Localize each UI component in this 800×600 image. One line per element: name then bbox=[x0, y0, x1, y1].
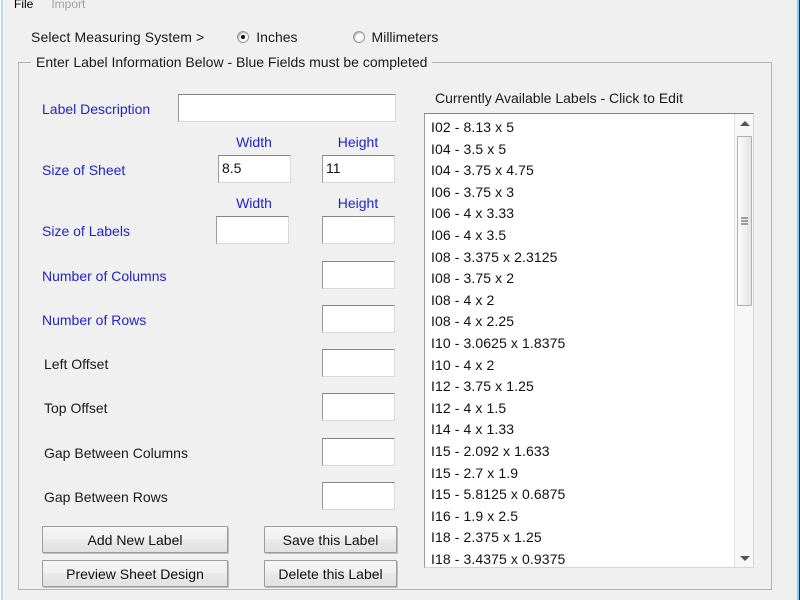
add-new-label-button[interactable]: Add New Label bbox=[42, 526, 228, 553]
list-item[interactable]: I12 - 3.75 x 1.25 bbox=[431, 376, 733, 398]
measuring-system-row: Select Measuring System > Inches Millime… bbox=[31, 27, 438, 47]
list-item[interactable]: I15 - 2.7 x 1.9 bbox=[431, 463, 733, 485]
radio-label-inches: Inches bbox=[256, 29, 297, 45]
list-item[interactable]: I06 - 3.75 x 3 bbox=[431, 182, 733, 204]
list-item[interactable]: I18 - 3.4375 x 0.9375 bbox=[431, 549, 733, 568]
number-of-columns-input[interactable] bbox=[322, 261, 395, 289]
left-offset-input[interactable] bbox=[322, 349, 395, 377]
radio-dot-inches-icon bbox=[237, 31, 249, 43]
size-of-labels-width-header: Width bbox=[218, 195, 290, 211]
gap-between-columns-input[interactable] bbox=[322, 438, 395, 466]
list-item[interactable]: I18 - 2.375 x 1.25 bbox=[431, 527, 733, 549]
preview-sheet-design-button[interactable]: Preview Sheet Design bbox=[42, 560, 228, 587]
size-of-sheet-height-header: Height bbox=[322, 134, 394, 150]
size-of-sheet-width-header: Width bbox=[218, 134, 290, 150]
label-designer-window: File Import Select Measuring System > In… bbox=[0, 0, 800, 600]
groupbox-legend: Enter Label Information Below - Blue Fie… bbox=[31, 54, 432, 70]
list-item[interactable]: I08 - 4 x 2 bbox=[431, 290, 733, 312]
gap-between-columns-label: Gap Between Columns bbox=[44, 445, 188, 461]
radio-dot-millimeters-icon bbox=[353, 31, 365, 43]
size-of-labels-height-header: Height bbox=[322, 195, 394, 211]
size-of-sheet-width-input[interactable]: 8.5 bbox=[218, 155, 291, 183]
size-of-labels-label: Size of Labels bbox=[42, 223, 130, 239]
list-item[interactable]: I15 - 2.092 x 1.633 bbox=[431, 441, 733, 463]
available-labels-title: Currently Available Labels - Click to Ed… bbox=[435, 90, 683, 106]
number-of-rows-label: Number of Rows bbox=[42, 312, 146, 328]
list-item[interactable]: I12 - 4 x 1.5 bbox=[431, 398, 733, 420]
menu-bar: File Import bbox=[5, 0, 793, 12]
available-labels-list: I02 - 8.13 x 5I04 - 3.5 x 5I04 - 3.75 x … bbox=[425, 114, 733, 568]
label-description-label: Label Description bbox=[42, 101, 150, 117]
list-item[interactable]: I02 - 8.13 x 5 bbox=[431, 117, 733, 139]
list-item[interactable]: I14 - 4 x 1.33 bbox=[431, 419, 733, 441]
size-of-labels-width-input[interactable] bbox=[216, 216, 289, 244]
list-item[interactable]: I08 - 3.75 x 2 bbox=[431, 268, 733, 290]
measuring-system-label: Select Measuring System > bbox=[31, 29, 204, 45]
list-item[interactable]: I04 - 3.5 x 5 bbox=[431, 139, 733, 161]
list-item[interactable]: I04 - 3.75 x 4.75 bbox=[431, 160, 733, 182]
save-this-label-button[interactable]: Save this Label bbox=[264, 526, 397, 553]
scrollbar-grip-icon bbox=[741, 218, 748, 225]
window-frame-right-edge bbox=[793, 0, 800, 600]
number-of-columns-label: Number of Columns bbox=[42, 268, 167, 284]
window-frame-left-edge bbox=[0, 0, 5, 600]
left-offset-label: Left Offset bbox=[44, 356, 108, 372]
list-item[interactable]: I10 - 4 x 2 bbox=[431, 355, 733, 377]
list-item[interactable]: I15 - 5.8125 x 0.6875 bbox=[431, 484, 733, 506]
size-of-labels-height-input[interactable] bbox=[322, 216, 395, 244]
size-of-sheet-height-input[interactable]: 11 bbox=[322, 155, 395, 183]
top-offset-label: Top Offset bbox=[44, 400, 108, 416]
scroll-up-arrow-icon[interactable] bbox=[735, 114, 754, 132]
listbox-scrollbar[interactable] bbox=[734, 114, 753, 567]
radio-option-inches[interactable]: Inches bbox=[237, 29, 297, 45]
available-labels-listbox[interactable]: I02 - 8.13 x 5I04 - 3.5 x 5I04 - 3.75 x … bbox=[424, 113, 754, 568]
menu-item-file[interactable]: File bbox=[5, 0, 42, 12]
top-offset-input[interactable] bbox=[322, 393, 395, 421]
radio-option-millimeters[interactable]: Millimeters bbox=[353, 29, 439, 45]
gap-between-rows-label: Gap Between Rows bbox=[44, 489, 168, 505]
size-of-sheet-label: Size of Sheet bbox=[42, 162, 125, 178]
list-item[interactable]: I08 - 4 x 2.25 bbox=[431, 311, 733, 333]
delete-this-label-button[interactable]: Delete this Label bbox=[264, 560, 397, 587]
list-item[interactable]: I08 - 3.375 x 2.3125 bbox=[431, 247, 733, 269]
gap-between-rows-input[interactable] bbox=[322, 482, 395, 510]
list-item[interactable]: I06 - 4 x 3.5 bbox=[431, 225, 733, 247]
list-item[interactable]: I06 - 4 x 3.33 bbox=[431, 203, 733, 225]
radio-label-millimeters: Millimeters bbox=[372, 29, 439, 45]
list-item[interactable]: I10 - 3.0625 x 1.8375 bbox=[431, 333, 733, 355]
menu-item-import[interactable]: Import bbox=[42, 0, 94, 12]
list-item[interactable]: I16 - 1.9 x 2.5 bbox=[431, 506, 733, 528]
number-of-rows-input[interactable] bbox=[322, 305, 395, 333]
scroll-down-arrow-icon[interactable] bbox=[735, 549, 754, 567]
scrollbar-thumb[interactable] bbox=[737, 136, 752, 306]
label-description-input[interactable] bbox=[178, 94, 396, 122]
